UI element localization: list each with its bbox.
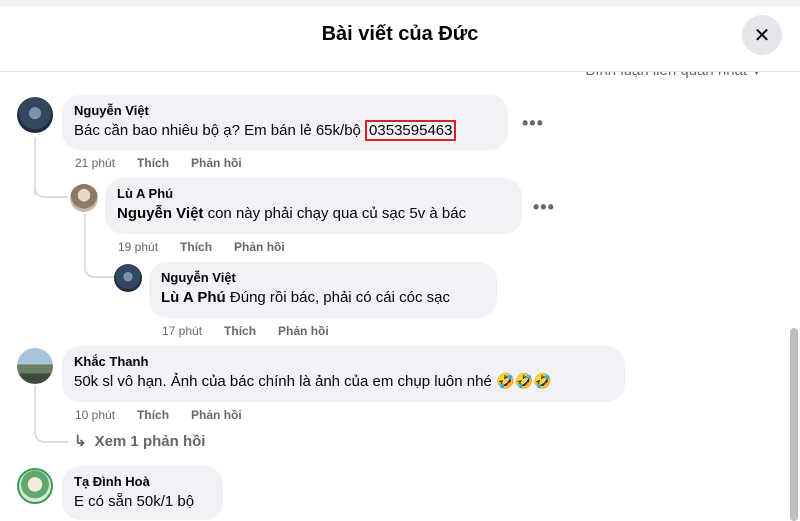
comment-timestamp[interactable]: 10 phút	[75, 408, 115, 422]
comment-text: 50k sl vô hạn. Ảnh của bác chính là ảnh …	[74, 372, 613, 392]
like-link[interactable]: Thích	[137, 156, 169, 170]
more-options-icon[interactable]: •••	[522, 113, 544, 134]
avatar[interactable]	[17, 468, 53, 504]
reply-link[interactable]: Phản hồi	[191, 408, 242, 422]
comment-author[interactable]: Lù A Phú	[117, 186, 510, 202]
close-button[interactable]: ✕	[742, 15, 782, 55]
comment-bubble: Khắc Thanh 50k sl vô hạn. Ảnh của bác ch…	[62, 346, 625, 402]
header-top-strip	[0, 0, 800, 6]
comment-text-body: Bác cần bao nhiêu bộ ạ? Em bán lẻ 65k/bộ	[74, 122, 361, 139]
comment-actions: 21 phút Thích Phản hồi	[75, 156, 264, 170]
comment-bubble: Tạ Đình Hoà E có sẵn 50k/1 bộ	[62, 466, 223, 520]
thread-connector	[34, 160, 68, 198]
dialog-header: Bài viết của Đức ✕	[0, 0, 800, 72]
like-link[interactable]: Thích	[224, 324, 256, 338]
comment-text-body: 50k sl vô hạn. Ảnh của bác chính là ảnh …	[74, 373, 492, 390]
like-link[interactable]: Thích	[137, 408, 169, 422]
thread-connector	[84, 244, 114, 278]
view-replies-label: Xem 1 phản hồi	[94, 433, 206, 450]
reply-arrow-icon: ↳	[74, 433, 87, 450]
comment-text-body: con này phải chạy qua củ sạc 5v à bác	[207, 205, 467, 222]
reply-link[interactable]: Phản hồi	[234, 240, 285, 254]
close-icon: ✕	[753, 24, 771, 47]
comment-author[interactable]: Tạ Đình Hoà	[74, 474, 211, 490]
comment-bubble: Nguyễn Việt Bác cần bao nhiêu bộ ạ? Em b…	[62, 95, 508, 150]
scrollbar[interactable]	[790, 328, 798, 521]
avatar[interactable]	[70, 184, 98, 212]
comment-actions: 19 phút Thích Phản hồi	[118, 240, 307, 254]
like-link[interactable]: Thích	[180, 240, 212, 254]
comment-author[interactable]: Nguyễn Việt	[161, 270, 485, 286]
comment-text: Lù A Phú Đúng rồi bác, phải có cái cóc s…	[161, 288, 485, 308]
dialog-title: Bài viết của Đức	[321, 23, 479, 45]
reply-link[interactable]: Phản hồi	[191, 156, 242, 170]
view-replies-link[interactable]: ↳ Xem 1 phản hồi	[74, 432, 205, 450]
laughing-emoji-icon: 🤣🤣🤣	[495, 373, 552, 390]
mention-link[interactable]: Nguyễn Việt	[117, 205, 203, 222]
comment-timestamp[interactable]: 21 phút	[75, 156, 115, 170]
phone-number: 0353595463	[365, 120, 457, 141]
avatar[interactable]	[17, 348, 53, 384]
comment-actions: 10 phút Thích Phản hồi	[75, 408, 264, 422]
comment-timestamp[interactable]: 17 phút	[162, 324, 202, 338]
comment-bubble: Nguyễn Việt Lù A Phú Đúng rồi bác, phải …	[149, 262, 497, 318]
comment-bubble: Lù A Phú Nguyễn Việt con này phải chạy q…	[105, 178, 522, 234]
avatar[interactable]	[114, 264, 142, 292]
comment-text-body: Đúng rồi bác, phải có cái cóc sạc	[229, 289, 451, 306]
thread-connector	[34, 385, 68, 443]
comment-actions: 17 phút Thích Phản hồi	[162, 324, 351, 338]
mention-link[interactable]: Lù A Phú	[161, 289, 226, 306]
reply-link[interactable]: Phản hồi	[278, 324, 329, 338]
comment-text: Bác cần bao nhiêu bộ ạ? Em bán lẻ 65k/bộ…	[74, 120, 496, 141]
comment-author[interactable]: Khắc Thanh	[74, 354, 613, 370]
comment-text: E có sẵn 50k/1 bộ	[74, 493, 195, 510]
more-options-icon[interactable]: •••	[533, 197, 555, 218]
comment-timestamp[interactable]: 19 phút	[118, 240, 158, 254]
avatar[interactable]	[17, 97, 53, 133]
comment-text: Nguyễn Việt con này phải chạy qua củ sạc…	[117, 204, 510, 224]
comment-author[interactable]: Nguyễn Việt	[74, 103, 496, 119]
